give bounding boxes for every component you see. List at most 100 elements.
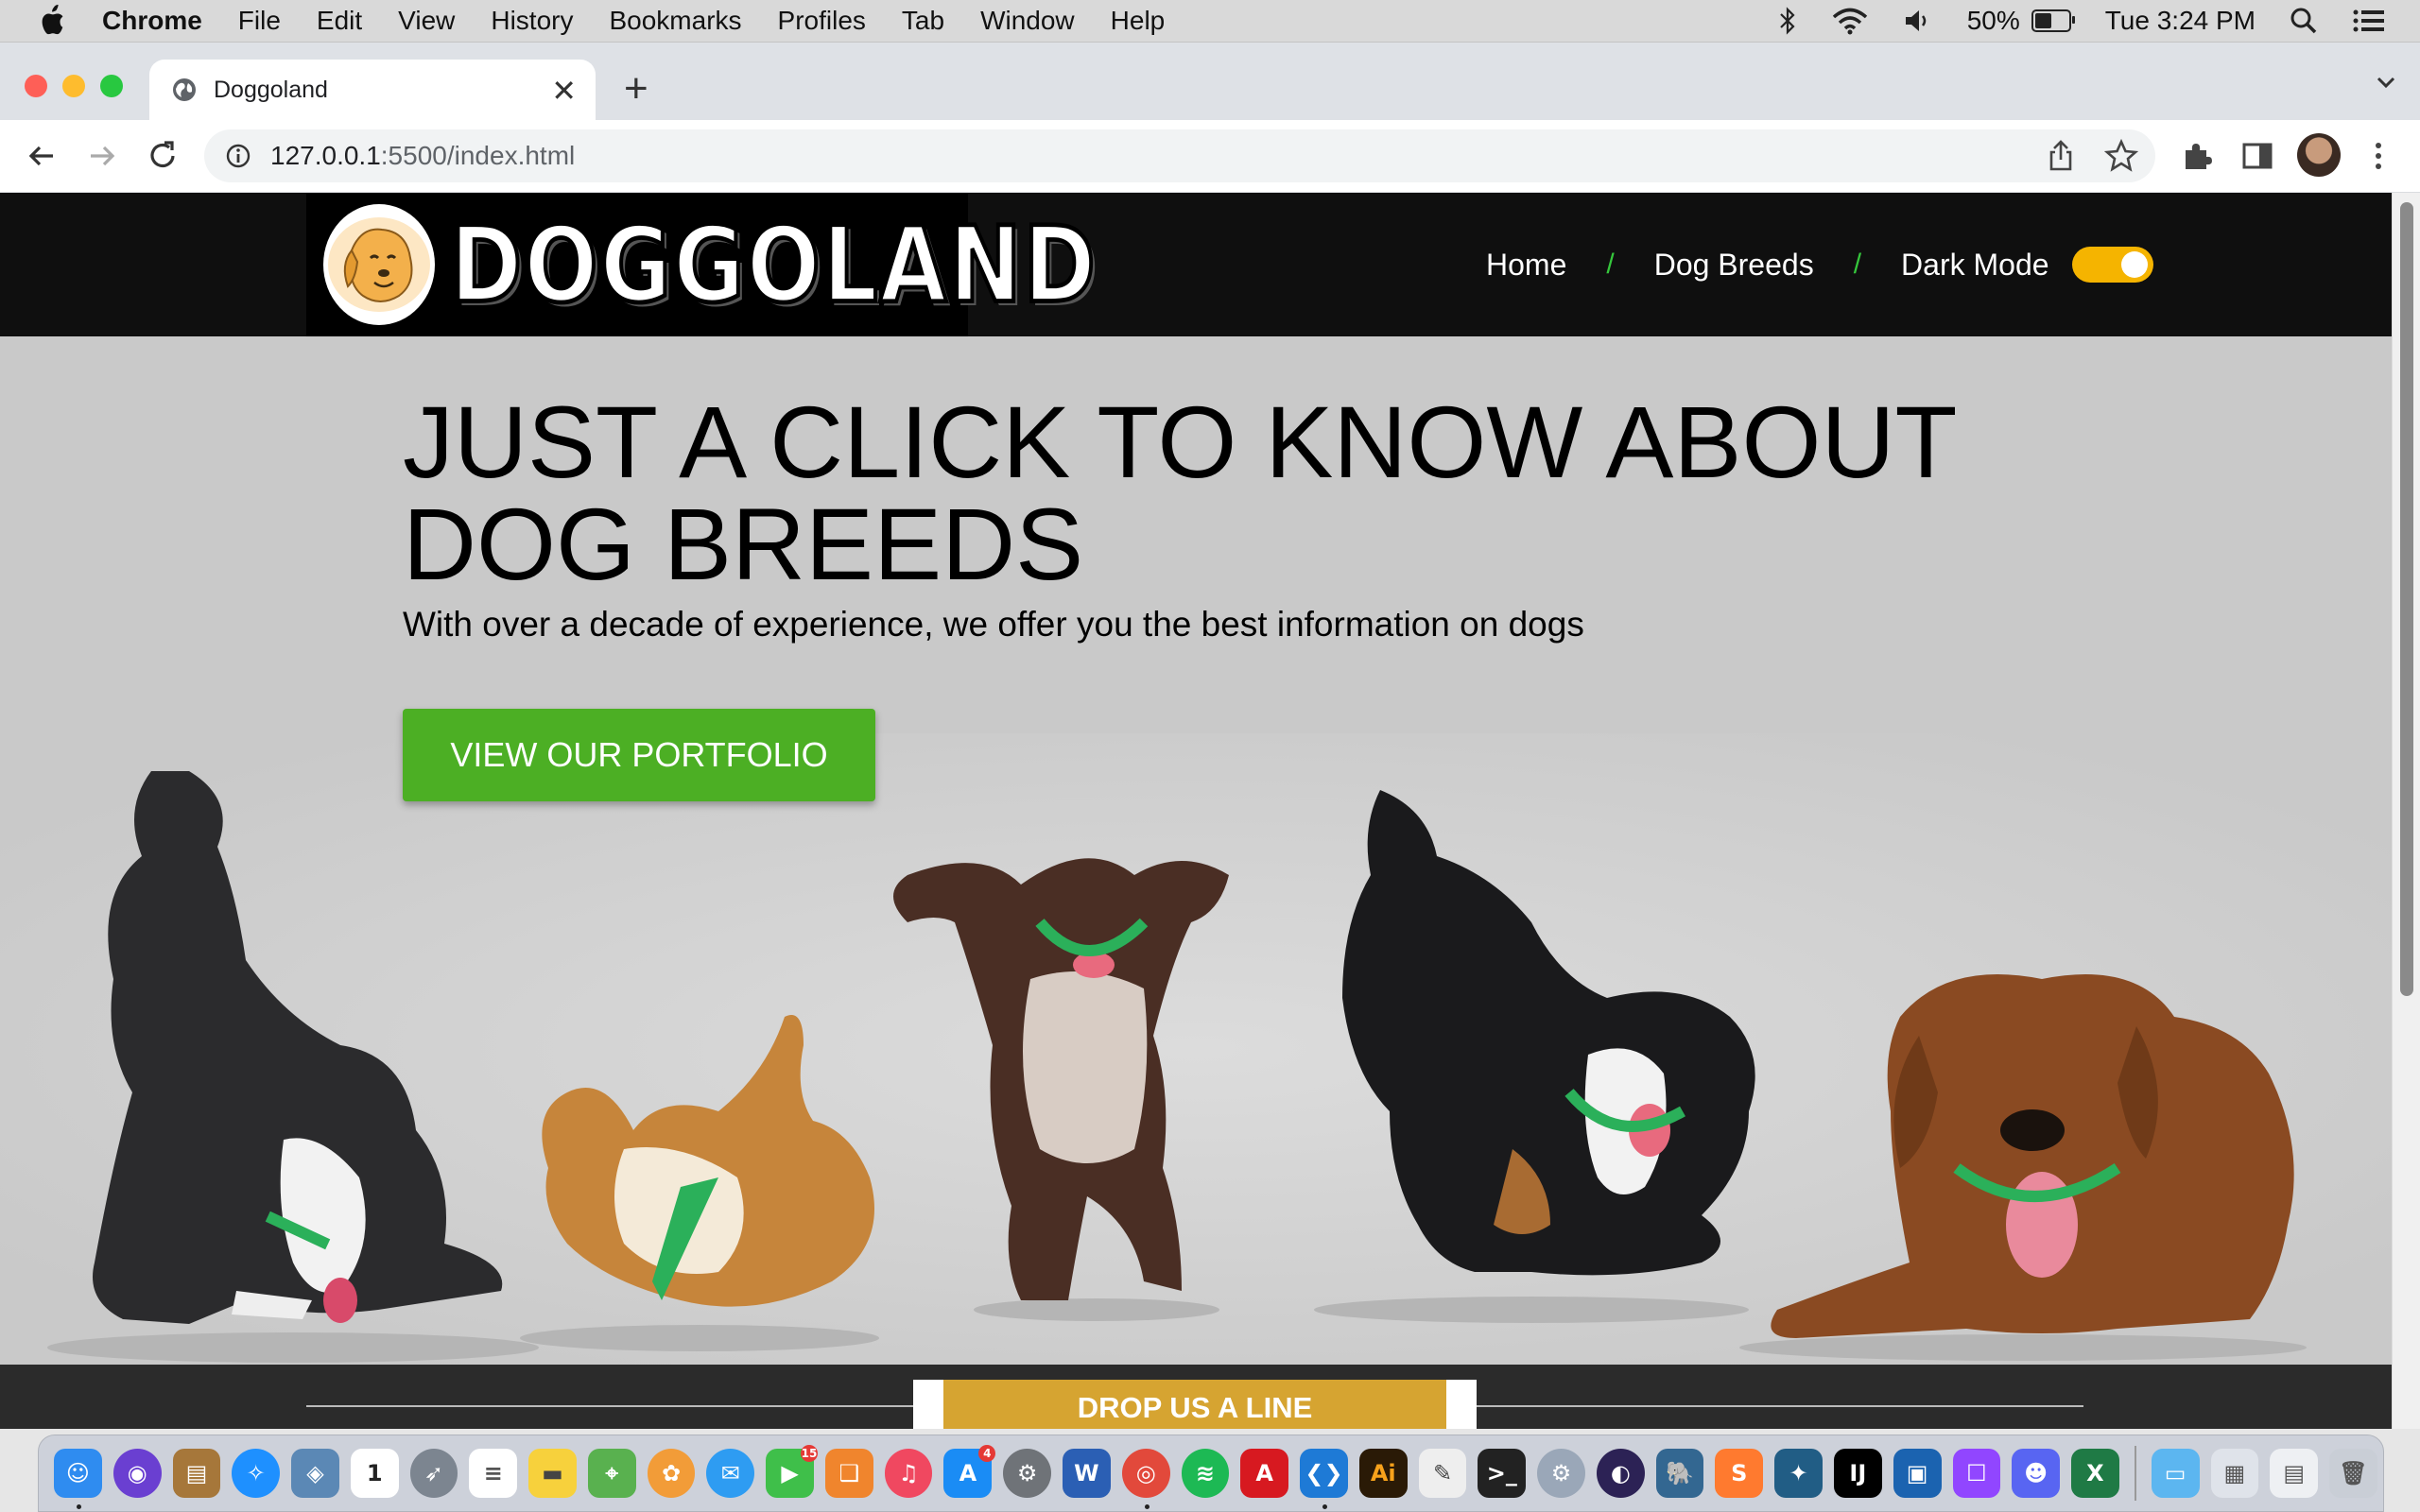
nav-separator: /	[1853, 249, 1862, 280]
menu-profiles[interactable]: Profiles	[778, 6, 866, 36]
nav-link-dog-breeds[interactable]: Dog Breeds	[1654, 248, 1814, 283]
reload-icon[interactable]	[144, 137, 182, 175]
dock-trash-icon[interactable]: 🗑	[2329, 1449, 2377, 1498]
more-menu-icon[interactable]	[2360, 137, 2397, 175]
menu-view[interactable]: View	[398, 6, 455, 36]
dock-vscode-icon[interactable]: ❮❯	[1300, 1449, 1348, 1509]
bookmark-star-icon[interactable]	[2102, 137, 2140, 175]
status-area: 50% Tue 3:24 PM	[1778, 0, 2420, 42]
dock-terminal-icon[interactable]: >_	[1478, 1449, 1527, 1498]
drop-us-a-line-button[interactable]: DROP US A LINE	[943, 1380, 1446, 1429]
hero-section: JUST A CLICK TO KNOW ABOUT DOG BREEDS Wi…	[0, 336, 2392, 1365]
menu-edit[interactable]: Edit	[317, 6, 362, 36]
contact-band: DROP US A LINE	[0, 1365, 2392, 1429]
site-logo[interactable]: DOGGOLAND	[306, 193, 1098, 336]
bluetooth-icon[interactable]	[1778, 7, 1797, 35]
dock-notes-icon[interactable]: ▬	[528, 1449, 577, 1498]
dock-sublime-icon[interactable]: S	[1715, 1449, 1764, 1498]
dock-chrome-icon[interactable]: ◎	[1121, 1449, 1170, 1509]
site-info-icon[interactable]	[225, 143, 251, 169]
dock-word-icon[interactable]: W	[1063, 1449, 1111, 1498]
menu-app-name[interactable]: Chrome	[102, 6, 202, 36]
dock-messages-icon[interactable]: ✉	[706, 1449, 755, 1498]
globe-icon	[173, 78, 196, 101]
dark-mode-label: Dark Mode	[1901, 247, 2049, 282]
dock-app-store-icon[interactable]: A4	[943, 1445, 996, 1498]
back-arrow-icon[interactable]	[23, 137, 60, 175]
dock-downloads-stack-icon[interactable]: ▦	[2210, 1449, 2259, 1498]
tab-title: Doggoland	[214, 76, 328, 103]
running-indicator	[77, 1504, 81, 1509]
dock-system-preferences-icon[interactable]: ⚙	[1003, 1449, 1052, 1498]
dock-maps-icon[interactable]: ⌖	[587, 1449, 636, 1498]
dock-music-icon[interactable]: ♫	[884, 1449, 933, 1498]
forward-arrow-icon[interactable]	[83, 137, 121, 175]
side-panel-icon[interactable]	[2238, 137, 2276, 175]
address-bar[interactable]: 127.0.0.1:5500/index.html	[204, 129, 2155, 182]
wifi-icon[interactable]	[1831, 7, 1869, 35]
profile-avatar[interactable]	[2297, 133, 2341, 177]
dock-facetime-icon[interactable]: ▶ 15	[766, 1445, 818, 1498]
dock-calendar-icon[interactable]: 1	[350, 1449, 399, 1498]
dock-preview-icon[interactable]: ◈	[291, 1449, 339, 1498]
dock-postgres-icon[interactable]: 🐘	[1655, 1449, 1704, 1498]
dock-virtualbox-icon[interactable]: ▣	[1893, 1449, 1942, 1498]
view-portfolio-button[interactable]: VIEW OUR PORTFOLIO	[403, 709, 875, 801]
dock-intellij-icon[interactable]: IJ	[1833, 1449, 1882, 1498]
dock-siri-icon[interactable]: ◉	[112, 1449, 162, 1498]
dock-illustrator-icon[interactable]: Ai	[1358, 1449, 1408, 1498]
dock-books-icon[interactable]: ❑	[824, 1449, 873, 1498]
url-host: 127.0.0.1	[270, 141, 381, 170]
window-minimize-button[interactable]	[62, 75, 85, 97]
menu-history[interactable]: History	[491, 6, 573, 36]
apple-icon[interactable]	[38, 5, 66, 37]
window-close-button[interactable]	[25, 75, 47, 97]
dock-excel-icon[interactable]: X	[2071, 1449, 2119, 1498]
menu-help[interactable]: Help	[1111, 6, 1166, 36]
dock-twitch-icon[interactable]: ☐	[1952, 1449, 2001, 1498]
dock-disk-utility-icon[interactable]: ⚙	[1537, 1449, 1585, 1498]
new-tab-button[interactable]: +	[624, 65, 648, 112]
dock-reminders-icon[interactable]: ≡	[469, 1449, 518, 1498]
spotlight-search-icon[interactable]	[2290, 7, 2318, 35]
window-zoom-button[interactable]	[100, 75, 123, 97]
menu-window[interactable]: Window	[980, 6, 1075, 36]
menu-file[interactable]: File	[238, 6, 281, 36]
dock-eclipse-icon[interactable]: ◐	[1596, 1449, 1645, 1498]
dock-discord-icon[interactable]: ☻	[2012, 1449, 2061, 1498]
dock-safari-icon[interactable]: ✧	[232, 1449, 281, 1498]
dock-recent-docs-icon[interactable]: ▤	[2270, 1449, 2319, 1498]
dock-mysql-workbench-icon[interactable]: ✦	[1774, 1449, 1823, 1498]
tab-search-chevron-down-icon[interactable]	[2373, 69, 2399, 95]
dock-photos-icon[interactable]: ✿	[647, 1449, 696, 1498]
dock-separator	[2134, 1446, 2136, 1501]
dock-spotify-icon[interactable]: ≋	[1181, 1449, 1230, 1498]
tab-doggoland[interactable]: Doggoland ✕	[149, 60, 596, 120]
scrollbar-thumb[interactable]	[2400, 202, 2413, 996]
page-scrollbar[interactable]	[2392, 193, 2420, 1429]
toggle-knob	[2120, 251, 2148, 278]
tab-strip: Doggoland ✕ +	[0, 43, 2420, 120]
dock-finder-icon[interactable]: ☺	[54, 1449, 102, 1509]
url-path: :5500/index.html	[380, 141, 576, 170]
dark-mode-toggle[interactable]	[2071, 247, 2153, 283]
dogs-hero-image	[0, 733, 2392, 1365]
battery-icon[interactable]	[2031, 9, 2075, 32]
dock-textedit-icon[interactable]: ✎	[1418, 1449, 1467, 1498]
hero-subtitle: With over a decade of experience, we off…	[403, 605, 1584, 644]
dock-folder-icon[interactable]: ▭	[2151, 1449, 2200, 1498]
menu-tab[interactable]: Tab	[902, 6, 944, 36]
share-icon[interactable]	[2042, 137, 2080, 175]
clock[interactable]: Tue 3:24 PM	[2105, 6, 2256, 36]
control-center-icon[interactable]	[2352, 7, 2386, 35]
dock-acrobat-icon[interactable]: A	[1240, 1449, 1289, 1498]
extensions-puzzle-icon[interactable]	[2178, 137, 2216, 175]
dock-notefile-icon[interactable]: ▤	[172, 1449, 221, 1498]
volume-icon[interactable]	[1903, 7, 1933, 35]
dock: ☺ ◉ ▤ ✧ ◈ 1 ➶ ≡ ▬ ⌖ ✿ ✉ ▶ 15 ❑ ♫ A 4 ⚙ W ◎ ≋ A ❮❯ Ai ✎ >_ ⚙ ◐ 🐘 S ✦ IJ ▣ ☐…	[38, 1435, 2384, 1512]
battery-level	[2034, 13, 2051, 28]
dock-launchpad-icon[interactable]: ➶	[409, 1449, 458, 1498]
nav-link-home[interactable]: Home	[1486, 248, 1566, 283]
menu-bookmarks[interactable]: Bookmarks	[609, 6, 741, 36]
tab-close-icon[interactable]: ✕	[551, 73, 577, 109]
